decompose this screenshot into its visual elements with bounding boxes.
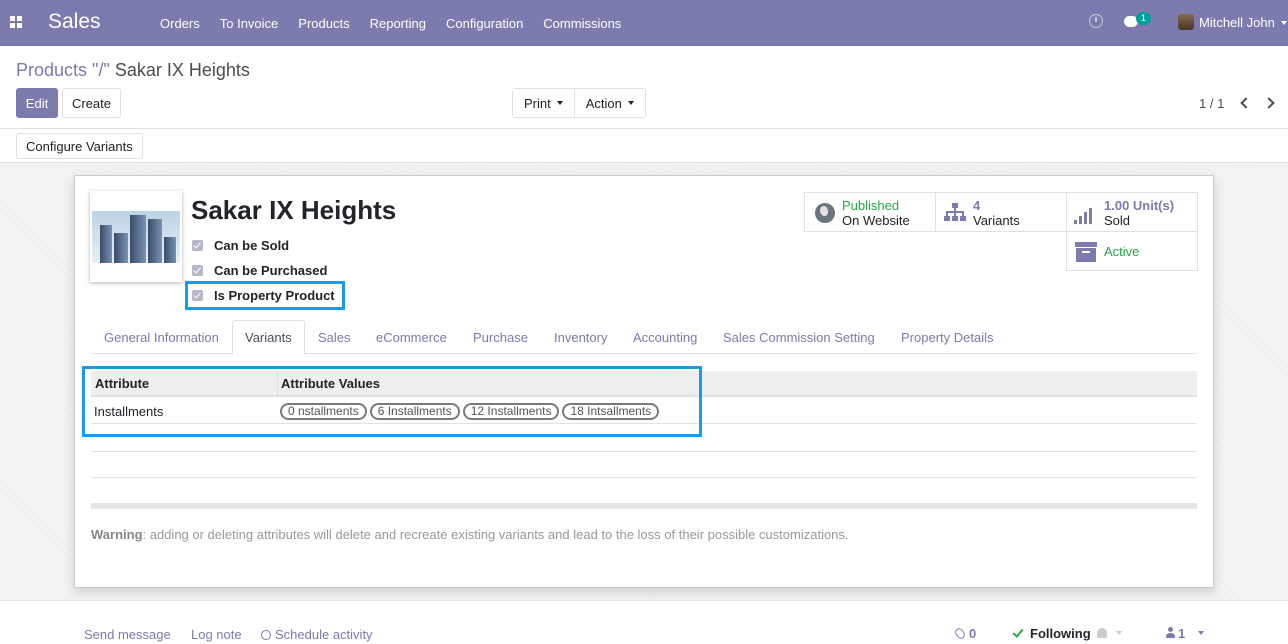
chevron-left-icon xyxy=(1240,97,1252,109)
user-caret-icon[interactable] xyxy=(1281,21,1287,25)
send-message-button[interactable]: Send message xyxy=(84,627,171,642)
menu-reporting[interactable]: Reporting xyxy=(360,16,436,31)
caret-down-icon xyxy=(627,101,634,105)
caret-down-icon[interactable] xyxy=(1198,631,1204,635)
warning-prefix: Warning xyxy=(91,527,143,542)
form-statusbar: Configure Variants xyxy=(0,129,1288,163)
user-icon[interactable] xyxy=(1166,627,1175,638)
sold-label: Sold xyxy=(1104,213,1131,228)
create-button[interactable]: Create xyxy=(62,88,121,118)
tab-accounting[interactable]: Accounting xyxy=(621,320,709,354)
active-label: Active xyxy=(1104,244,1140,259)
top-navbar: Sales Orders To Invoice Products Reporti… xyxy=(0,0,1288,46)
breadcrumb: Products "/" Sakar IX Heights xyxy=(16,60,250,81)
tab-property-details[interactable]: Property Details xyxy=(889,320,1005,354)
variants-table-highlight xyxy=(82,366,702,437)
menu-commissions[interactable]: Commissions xyxy=(533,16,631,31)
tab-ecommerce[interactable]: eCommerce xyxy=(364,320,459,354)
follower-count[interactable]: 1 xyxy=(1178,626,1185,641)
variants-count: 4 xyxy=(973,198,981,213)
smart-buttons: Published On Website 4 Variants 1.00 Uni… xyxy=(804,192,1198,271)
app-name[interactable]: Sales xyxy=(48,10,101,34)
notebook-tabs: General Information Variants Sales eComm… xyxy=(91,320,1197,355)
sitemap-icon xyxy=(944,203,966,223)
following-button[interactable]: Following xyxy=(1030,626,1091,641)
product-name[interactable]: Sakar IX Heights xyxy=(191,195,396,226)
clock-icon xyxy=(261,630,271,640)
website-on-label: On Website xyxy=(842,213,910,228)
tab-purchase[interactable]: Purchase xyxy=(461,320,540,354)
globe-icon xyxy=(815,203,835,223)
schedule-activity-button[interactable]: Schedule activity xyxy=(261,627,373,642)
caret-down-icon xyxy=(556,101,563,105)
property-product-highlight xyxy=(185,281,345,310)
tab-sales[interactable]: Sales xyxy=(306,320,363,354)
can-be-sold-label: Can be Sold xyxy=(214,237,290,253)
can-be-purchased-label: Can be Purchased xyxy=(214,262,328,278)
chevron-right-icon xyxy=(1263,97,1275,109)
activity-clock-icon[interactable] xyxy=(1089,14,1103,28)
caret-down-icon[interactable] xyxy=(1116,631,1122,635)
can-be-sold-checkbox[interactable] xyxy=(192,239,203,251)
user-avatar[interactable] xyxy=(1178,14,1194,30)
website-status-button[interactable]: Published On Website xyxy=(804,192,936,232)
print-dropdown[interactable]: Print xyxy=(513,89,574,117)
product-image[interactable] xyxy=(90,191,182,282)
main-menu: Orders To Invoice Products Reporting Con… xyxy=(150,0,631,46)
schedule-activity-label: Schedule activity xyxy=(275,627,373,642)
tab-general-information[interactable]: General Information xyxy=(92,320,231,354)
variants-button[interactable]: 4 Variants xyxy=(935,192,1067,232)
sold-quantity: 1.00 Unit(s) xyxy=(1104,198,1175,213)
log-note-button[interactable]: Log note xyxy=(191,627,242,642)
variants-label: Variants xyxy=(973,213,1020,228)
tab-sales-commission-setting[interactable]: Sales Commission Setting xyxy=(711,320,887,354)
bell-icon[interactable] xyxy=(1097,628,1107,638)
menu-configuration[interactable]: Configuration xyxy=(436,16,533,31)
signal-bars-icon xyxy=(1074,206,1096,224)
empty-table-row[interactable] xyxy=(91,478,1197,504)
control-panel: Products "/" Sakar IX Heights Edit Creat… xyxy=(0,46,1288,129)
menu-to-invoice[interactable]: To Invoice xyxy=(210,16,289,31)
table-footer xyxy=(91,503,1197,509)
action-dropdown[interactable]: Action xyxy=(573,89,645,117)
breadcrumb-separator: "/" xyxy=(87,60,115,80)
user-name[interactable]: Mitchell John xyxy=(1199,15,1275,30)
pager-value[interactable]: 1 / 1 xyxy=(1199,96,1224,111)
menu-products[interactable]: Products xyxy=(288,16,359,31)
website-published-label: Published xyxy=(842,198,900,213)
breadcrumb-current: Sakar IX Heights xyxy=(114,60,250,80)
apps-menu-icon[interactable] xyxy=(10,16,22,28)
action-label: Action xyxy=(585,95,622,111)
can-be-purchased-row[interactable]: Can be Purchased xyxy=(192,262,327,278)
can-be-purchased-checkbox[interactable] xyxy=(192,264,203,276)
archive-icon xyxy=(1075,242,1097,262)
active-toggle-button[interactable]: Active xyxy=(1066,231,1198,271)
edit-button[interactable]: Edit xyxy=(16,88,58,118)
can-be-sold-row[interactable]: Can be Sold xyxy=(192,237,289,253)
variants-warning: Warning: adding or deleting attributes w… xyxy=(91,527,849,542)
configure-variants-button[interactable]: Configure Variants xyxy=(16,133,143,159)
attachment-count[interactable]: 0 xyxy=(969,626,976,641)
tab-variants[interactable]: Variants xyxy=(232,320,305,355)
pager-previous-button[interactable] xyxy=(1239,97,1252,109)
action-button-group: Print Action xyxy=(512,88,646,118)
tab-inventory[interactable]: Inventory xyxy=(542,320,619,354)
sold-button[interactable]: 1.00 Unit(s) Sold xyxy=(1066,192,1198,232)
print-label: Print xyxy=(524,95,551,111)
warning-text: : adding or deleting attributes will del… xyxy=(142,527,849,542)
chat-count-badge: 1 xyxy=(1136,12,1151,25)
pager-next-button[interactable] xyxy=(1263,97,1276,109)
empty-table-row[interactable] xyxy=(91,452,1197,478)
breadcrumb-products[interactable]: Products xyxy=(16,60,87,80)
menu-orders[interactable]: Orders xyxy=(150,16,210,31)
